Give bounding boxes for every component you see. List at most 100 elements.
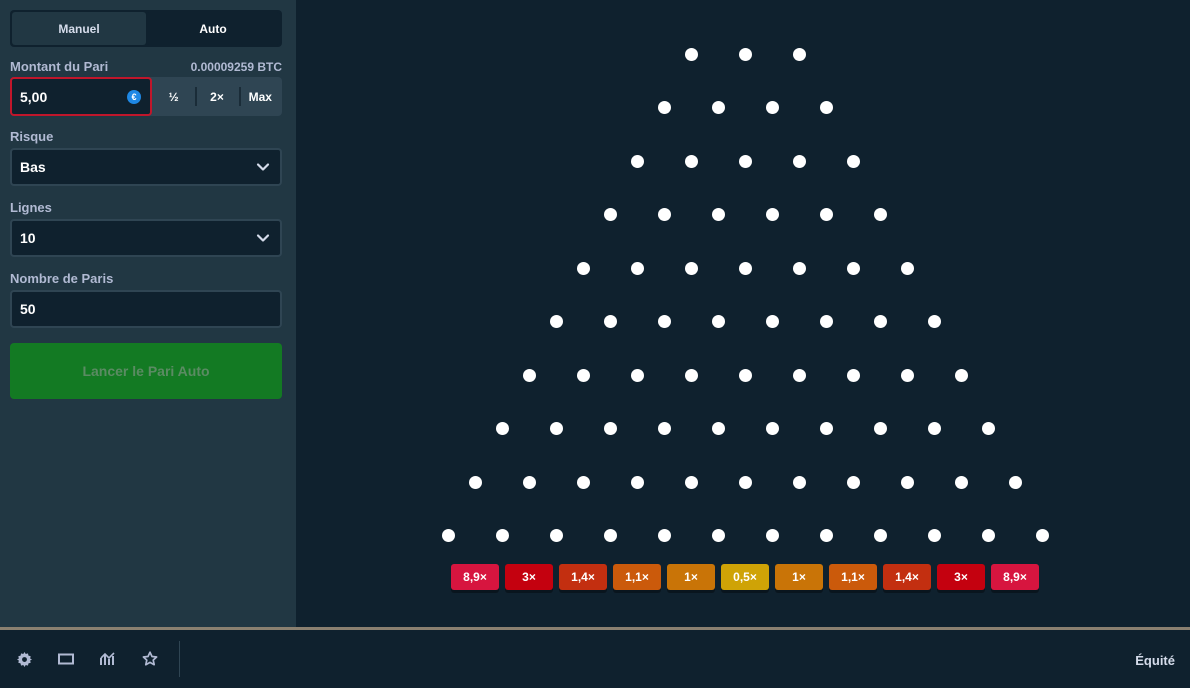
peg [603,529,617,542]
peg [954,368,968,382]
favorite-star-icon[interactable] [129,630,171,688]
peg [711,422,725,435]
peg [522,368,536,382]
peg [684,47,698,61]
risk-header: Risque [10,128,282,145]
peg [900,261,914,275]
peg [873,315,887,328]
gear-icon[interactable] [3,630,45,688]
bet-amount-input[interactable]: 5,00 € [10,77,152,116]
peg [576,368,590,382]
stats-icon[interactable] [87,630,129,688]
peg [873,529,887,542]
theatre-mode-icon[interactable] [45,630,87,688]
peg [819,208,833,221]
bet-amount-label: Montant du Pari [10,59,109,74]
peg [846,154,860,168]
peg [765,101,779,114]
peg [657,315,671,328]
peg [549,315,563,328]
half-bet-button[interactable]: ½ [152,77,195,116]
bets-count-label: Nombre de Paris [10,271,114,286]
peg [468,475,482,489]
peg [927,422,941,435]
multiplier-slot: 1,4× [883,564,931,590]
chevron-down-icon [256,234,270,242]
launch-auto-bet-button[interactable]: Lancer le Pari Auto [10,343,282,399]
multiplier-slot: 1,1× [829,564,877,590]
multiplier-slot: 1× [775,564,823,590]
peg [684,368,698,382]
peg [576,261,590,275]
peg [927,529,941,542]
chevron-down-icon [256,163,270,171]
peg [684,475,698,489]
lines-select[interactable]: 10 [10,219,282,257]
peg [630,368,644,382]
peg [792,47,806,61]
peg [657,422,671,435]
peg [522,475,536,489]
peg [765,529,779,542]
peg [792,368,806,382]
peg [981,422,995,435]
peg [819,315,833,328]
bet-controls-panel: Manuel Auto Montant du Pari 0.00009259 B… [0,0,296,627]
fairness-link[interactable]: Équité [1135,653,1175,668]
euro-coin-icon: € [127,90,141,104]
peg [792,261,806,275]
footer-separator [179,641,180,677]
peg [549,529,563,542]
multiplier-slot: 3× [505,564,553,590]
auto-mode-tab[interactable]: Auto [146,12,280,45]
lines-label: Lignes [10,200,52,215]
multiplier-slot: 1× [667,564,715,590]
bet-amount-row: 5,00 € ½ 2× Max [10,77,282,116]
game-footer: Équité [0,630,1190,688]
peg [900,475,914,489]
peg [738,368,752,382]
peg [441,529,455,542]
peg [738,154,752,168]
peg [738,261,752,275]
peg [738,47,752,61]
peg [711,529,725,542]
bets-count-input[interactable]: 50 [10,290,282,328]
bet-btc-value: 0.00009259 BTC [190,59,282,74]
peg [711,101,725,114]
multiplier-slot: 1,1× [613,564,661,590]
peg [630,154,644,168]
lines-selected-value: 10 [20,230,36,246]
peg [603,208,617,221]
peg [603,315,617,328]
peg [630,261,644,275]
double-bet-button[interactable]: 2× [195,77,238,116]
manual-mode-tab[interactable]: Manuel [12,12,146,45]
plinko-game: Manuel Auto Montant du Pari 0.00009259 B… [0,0,1190,688]
peg [765,315,779,328]
peg [711,208,725,221]
peg [495,422,509,435]
peg [981,529,995,542]
risk-select[interactable]: Bas [10,148,282,186]
bet-amount-header: Montant du Pari 0.00009259 BTC [10,58,282,75]
lines-header: Lignes [10,199,282,216]
peg-field [296,0,1190,627]
peg [576,475,590,489]
peg [900,368,914,382]
peg [495,529,509,542]
peg [1008,475,1022,489]
max-bet-button[interactable]: Max [238,77,282,116]
peg [711,315,725,328]
multiplier-slot: 1,4× [559,564,607,590]
bet-mode-toggle: Manuel Auto [10,10,282,47]
peg [873,422,887,435]
peg [765,208,779,221]
peg [819,529,833,542]
peg [738,475,752,489]
peg [603,422,617,435]
peg [846,261,860,275]
peg [819,101,833,114]
peg [846,368,860,382]
peg [765,422,779,435]
